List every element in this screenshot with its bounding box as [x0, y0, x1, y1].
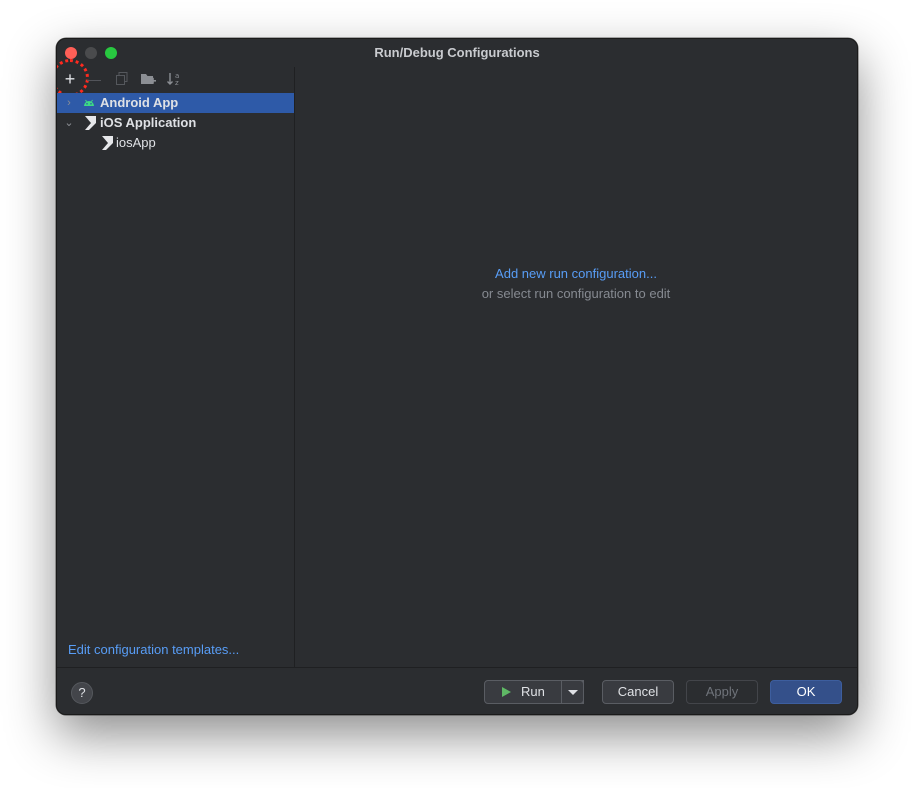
- apply-button[interactable]: Apply: [686, 680, 758, 704]
- tree-item-label: iosApp: [116, 135, 156, 150]
- ok-button[interactable]: OK: [770, 680, 842, 704]
- copy-icon[interactable]: [113, 70, 131, 88]
- kotlin-ios-icon: [99, 136, 113, 150]
- add-new-configuration-link[interactable]: Add new run configuration...: [295, 266, 857, 281]
- dialog-title: Run/Debug Configurations: [374, 45, 540, 60]
- new-folder-icon[interactable]: [139, 70, 157, 88]
- sort-alphabetically-icon[interactable]: a z: [165, 70, 183, 88]
- chevron-down-icon: [568, 690, 578, 695]
- tree-item-iosapp[interactable]: iosApp: [57, 133, 294, 153]
- help-button[interactable]: ?: [71, 682, 93, 704]
- configuration-tree: › Android App ⌄ iOS Application iosApp: [57, 93, 294, 153]
- tree-item-label: Android App: [100, 95, 179, 110]
- configuration-editor-pane: Add new run configuration... or select r…: [295, 67, 857, 667]
- run-debug-configurations-dialog: Run/Debug Configurations + — a z › Andro…: [56, 38, 858, 715]
- tree-toolbar: + — a z: [57, 59, 294, 97]
- tree-item-ios-application[interactable]: ⌄ iOS Application: [57, 113, 294, 133]
- minus-icon[interactable]: —: [85, 70, 103, 88]
- title-bar[interactable]: Run/Debug Configurations: [57, 39, 857, 67]
- select-configuration-hint: or select run configuration to edit: [481, 286, 671, 301]
- tree-item-android-app[interactable]: › Android App: [57, 93, 294, 113]
- tree-item-label: iOS Application: [100, 115, 197, 130]
- plus-icon[interactable]: +: [61, 70, 79, 88]
- kotlin-ios-icon: [82, 116, 96, 130]
- svg-text:z: z: [175, 79, 179, 87]
- dialog-footer: ? Run Cancel Apply OK: [57, 667, 857, 714]
- run-options-dropdown[interactable]: [561, 680, 584, 704]
- android-icon: [82, 96, 96, 110]
- chevron-down-icon[interactable]: ⌄: [63, 113, 75, 133]
- play-icon: [502, 687, 511, 697]
- configuration-tree-pane: + — a z › Android App ⌄ iOS Application …: [57, 59, 295, 667]
- chevron-right-icon[interactable]: ›: [63, 93, 75, 113]
- run-button-label: Run: [521, 684, 545, 699]
- cancel-button[interactable]: Cancel: [602, 680, 674, 704]
- edit-configuration-templates-link[interactable]: Edit configuration templates...: [68, 642, 239, 657]
